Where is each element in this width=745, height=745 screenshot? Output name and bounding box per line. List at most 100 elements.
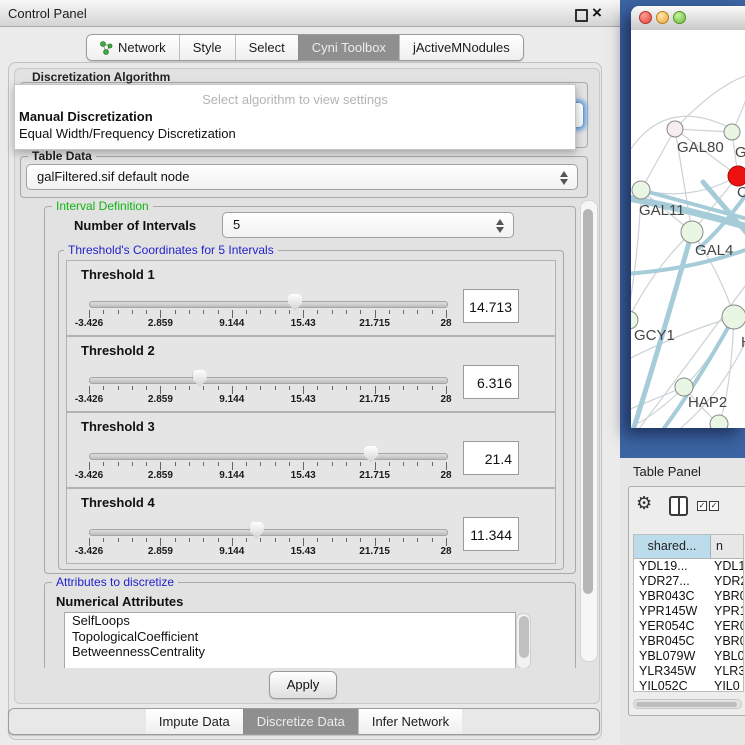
table-row[interactable]: YBR045CYBR0 bbox=[634, 634, 743, 649]
tab-network[interactable]: Network bbox=[87, 35, 179, 60]
dropdown-hint: Select algorithm to view settings bbox=[15, 92, 575, 107]
threshold-value-field[interactable]: 14.713 bbox=[463, 289, 519, 323]
slider-track[interactable] bbox=[89, 453, 448, 460]
menu-item-manual-discretization[interactable]: Manual Discretization bbox=[19, 109, 569, 125]
tick-mark bbox=[232, 386, 233, 394]
tick-mark bbox=[218, 310, 219, 314]
network-node-label: GAL80 bbox=[677, 139, 724, 156]
network-node[interactable] bbox=[728, 166, 745, 186]
tab-discretize-data[interactable]: Discretize Data bbox=[243, 709, 358, 734]
table-row[interactable]: YDL19...YDL1 bbox=[634, 559, 743, 574]
slider-thumb[interactable] bbox=[288, 294, 302, 311]
gear-icon[interactable]: ⚙ bbox=[636, 493, 652, 513]
tick-label: -3.426 bbox=[65, 546, 113, 557]
tick-mark bbox=[432, 538, 433, 542]
menu-item-equal-width-frequency[interactable]: Equal Width/Frequency Discretization bbox=[19, 126, 569, 142]
columns-icon[interactable] bbox=[669, 496, 688, 516]
tick-label: 21.715 bbox=[351, 394, 399, 405]
zoom-traffic-light-icon[interactable] bbox=[673, 11, 686, 24]
settings-scrollbar[interactable] bbox=[580, 200, 598, 662]
apply-button[interactable]: Apply bbox=[269, 671, 337, 699]
number-of-intervals-label: Number of Intervals bbox=[74, 218, 196, 233]
table-data-combobox[interactable]: galFiltered.sif default node bbox=[26, 164, 578, 190]
combobox-spinner-icon bbox=[496, 218, 505, 234]
float-panel-icon[interactable] bbox=[575, 9, 588, 22]
threshold-value-field[interactable]: 11.344 bbox=[463, 517, 519, 551]
attributes-list-scrollbar[interactable] bbox=[516, 613, 531, 668]
tick-label: 2.859 bbox=[136, 318, 184, 329]
table-row[interactable]: YBR043CYBR0 bbox=[634, 589, 743, 604]
minimize-traffic-light-icon[interactable] bbox=[656, 11, 669, 24]
tick-mark bbox=[360, 538, 361, 542]
slider-thumb[interactable] bbox=[250, 522, 264, 539]
scrollbar-thumb[interactable] bbox=[636, 702, 737, 707]
threshold-value-field[interactable]: 6.316 bbox=[463, 365, 519, 399]
list-item[interactable]: SelfLoops bbox=[65, 613, 515, 629]
number-of-intervals-combobox[interactable]: 5 bbox=[222, 212, 514, 238]
tab-cyni-toolbox[interactable]: Cyni Toolbox bbox=[298, 35, 399, 60]
tick-label: 15.43 bbox=[279, 318, 327, 329]
slider-track[interactable] bbox=[89, 529, 448, 536]
tab-label: Discretize Data bbox=[257, 709, 345, 734]
checkbox-icon[interactable]: ✓ bbox=[709, 501, 719, 511]
network-node[interactable] bbox=[722, 305, 745, 329]
cell-shared-name: YBR043C bbox=[634, 589, 710, 604]
tab-label: Cyni Toolbox bbox=[312, 35, 386, 60]
close-traffic-light-icon[interactable] bbox=[639, 11, 652, 24]
tick-mark bbox=[403, 310, 404, 314]
table-row[interactable]: YER054CYER0 bbox=[634, 619, 743, 634]
tick-mark bbox=[160, 462, 161, 470]
table-row[interactable]: YPR145WYPR1 bbox=[634, 604, 743, 619]
cell-shared-name: YPR145W bbox=[634, 604, 710, 619]
cell-shared-name: YLR345W bbox=[634, 664, 710, 679]
scrollbar-thumb[interactable] bbox=[519, 616, 529, 658]
network-node[interactable] bbox=[632, 181, 650, 199]
column-header-name[interactable]: n bbox=[711, 535, 743, 558]
tick-mark bbox=[375, 538, 376, 546]
slider-thumb[interactable] bbox=[193, 370, 207, 387]
tick-mark bbox=[246, 462, 247, 466]
tick-mark bbox=[346, 386, 347, 390]
tab-impute-data[interactable]: Impute Data bbox=[146, 709, 243, 734]
threshold-box: Threshold 3-3.4262.8599.14415.4321.71528… bbox=[66, 412, 556, 488]
slider-track[interactable] bbox=[89, 301, 448, 308]
table-row[interactable]: YLR345WYLR3 bbox=[634, 664, 743, 679]
tab-select[interactable]: Select bbox=[235, 35, 298, 60]
tick-mark bbox=[260, 538, 261, 542]
tick-mark bbox=[132, 462, 133, 466]
interval-definition-title: Interval Definition bbox=[52, 199, 153, 213]
list-item[interactable]: TopologicalCoefficient bbox=[65, 629, 515, 645]
network-node[interactable] bbox=[710, 415, 728, 428]
checkbox-icon[interactable]: ✓ bbox=[697, 501, 707, 511]
slider-thumb[interactable] bbox=[364, 446, 378, 463]
network-canvas[interactable]: GAL80GCGAL11GAL4GCY1HHAP2 bbox=[631, 30, 745, 428]
table-horizontal-scrollbar[interactable] bbox=[633, 699, 742, 709]
network-node[interactable] bbox=[724, 124, 740, 140]
slider-track[interactable] bbox=[89, 377, 448, 384]
close-icon[interactable]: × bbox=[592, 3, 602, 23]
threshold-title: Threshold 3 bbox=[81, 419, 155, 434]
threshold-value-field[interactable]: 21.4 bbox=[463, 441, 519, 475]
tick-mark bbox=[346, 462, 347, 466]
table-row[interactable]: YBL079WYBL0 bbox=[634, 649, 743, 664]
tab-infer-network[interactable]: Infer Network bbox=[358, 709, 462, 734]
column-header-shared-name[interactable]: shared... bbox=[634, 535, 711, 558]
list-item[interactable]: BetweennessCentrality bbox=[65, 644, 515, 660]
tab-label: jActiveMNodules bbox=[413, 35, 510, 60]
tick-label: -3.426 bbox=[65, 318, 113, 329]
network-node[interactable] bbox=[681, 221, 703, 243]
scrollbar-thumb[interactable] bbox=[583, 209, 593, 594]
table-panel-section: Table Panel ⚙ ✓ ✓ shared... n YDL19...YD… bbox=[620, 458, 745, 745]
number-of-intervals-value: 5 bbox=[233, 217, 240, 232]
panel-title: Control Panel bbox=[8, 6, 87, 21]
network-node-label: GAL4 bbox=[695, 242, 733, 259]
tick-mark bbox=[317, 462, 318, 466]
table-row[interactable]: YDR27...YDR2 bbox=[634, 574, 743, 589]
tick-mark bbox=[375, 462, 376, 470]
tab-jactivemnodules[interactable]: jActiveMNodules bbox=[399, 35, 523, 60]
tick-label: 2.859 bbox=[136, 394, 184, 405]
table-row[interactable]: YIL052CYIL0 bbox=[634, 679, 743, 692]
tab-label: Style bbox=[193, 35, 222, 60]
network-node[interactable] bbox=[667, 121, 683, 137]
tab-style[interactable]: Style bbox=[179, 35, 235, 60]
